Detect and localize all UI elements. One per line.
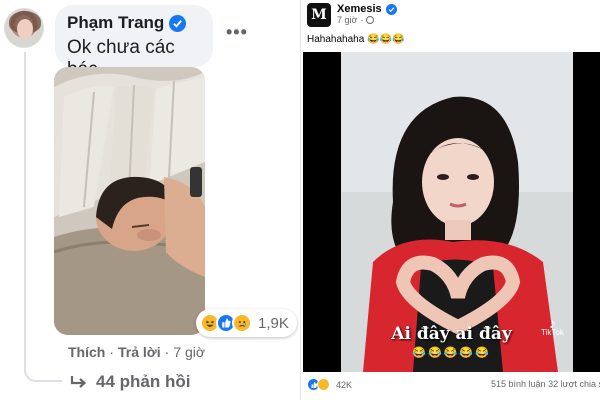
post-reaction-count: 42K [336,379,353,390]
screenshot-collage: Phạm Trang Ok chưa các bác ••• [0,0,600,400]
comments-count[interactable]: 515 bình luận [491,379,546,389]
more-horizontal-icon[interactable]: ••• [226,22,248,43]
comment-reactions[interactable]: 1,9K [196,309,297,337]
view-replies-button[interactable]: 44 phản hồi [70,372,190,392]
comment-photo[interactable] [54,67,205,335]
thread-line [24,52,26,370]
thread-connector [24,360,62,382]
reply-arrow-icon [70,376,87,388]
comment-time[interactable]: 7 giờ [173,344,205,360]
sad-reaction-icon [232,313,252,333]
globe-icon [366,16,375,24]
post-reactions[interactable]: 42K [307,378,352,391]
tiktok-logo-icon: ♪ [548,315,556,331]
comment-panel: Phạm Trang Ok chưa các bác ••• [0,0,300,400]
post-engagement: 515 bình luận 32 lượt chia s [491,379,600,389]
video-player[interactable]: Ai đây ai đây 😂😂😂😂😂 ♪ TikTok [303,52,600,372]
post-meta: 7 giờ · [337,15,375,25]
like-button[interactable]: Thích [68,344,105,360]
post-author[interactable]: Xemesis [337,3,382,15]
page-avatar[interactable]: M [307,3,331,27]
haha-reaction-icon [317,378,330,391]
tiktok-watermark: ♪ TikTok [541,315,564,337]
avatar[interactable] [4,8,44,48]
replies-count: 44 phản hồi [96,372,191,391]
reaction-count: 1,9K [258,314,289,332]
comment-author[interactable]: Phạm Trang [67,13,164,33]
separator: · [164,344,170,360]
verified-badge-icon [385,3,397,15]
post-time[interactable]: 7 giờ [337,15,357,25]
verified-badge-icon [169,14,187,32]
post-panel: M Xemesis 7 giờ · Hahahahaha 😂😂😂 Ai đây … [300,0,600,400]
post-caption: Hahahahaha 😂😂😂 [307,34,405,45]
comment-bubble: Phạm Trang Ok chưa các bác [55,5,213,80]
comment-actions: Thích · Trả lời · 7 giờ [68,344,205,360]
reply-button[interactable]: Trả lời [118,344,161,360]
separator: · [109,344,115,360]
video-caption-emojis: 😂😂😂😂😂 [412,347,491,359]
shares-count[interactable]: 32 lượt chia s [548,379,600,389]
